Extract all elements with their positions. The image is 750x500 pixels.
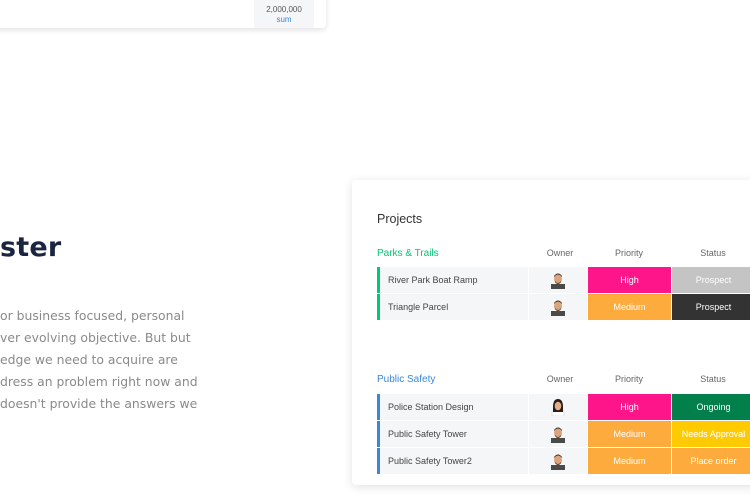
paragraph-line: dress an problem right now and [0,374,198,389]
sum-label: sum [276,15,292,24]
column-status[interactable]: Status [671,248,750,258]
status-label[interactable]: Prospect [672,267,750,293]
item-name-cell[interactable]: River Park Boat Ramp [377,267,528,293]
column-owner[interactable]: Owner [542,248,578,258]
male-avatar-icon [551,454,565,470]
item-name: Police Station Design [388,402,474,412]
priority-status-label[interactable]: Medium [588,294,671,320]
sum-value: 2,000,000 [266,5,302,14]
item-name: Public Safety Tower2 [388,456,472,466]
column-owner[interactable]: Owner [542,374,578,384]
owner-cell[interactable] [529,294,587,320]
item-name-cell[interactable]: Triangle Parcel [377,294,528,320]
priority-status-label[interactable]: Medium [588,421,671,447]
group-parks-trails: Parks & Trails Owner Priority Status Riv… [377,248,750,320]
status-label[interactable]: Needs Approval [672,421,750,447]
board-title: Projects [377,212,423,226]
priority-status-label[interactable]: Medium [588,448,671,474]
status-label[interactable]: Prospect [672,294,750,320]
owner-cell[interactable] [529,421,587,447]
group-header: Parks & Trails Owner Priority Status [377,248,750,264]
male-avatar-icon [551,427,565,443]
status-label[interactable]: Ongoing [672,394,750,420]
owner-cell[interactable] [529,267,587,293]
male-avatar-icon [551,273,565,289]
column-status[interactable]: Status [671,374,750,384]
item-name: River Park Boat Ramp [388,275,478,285]
male-avatar-icon [551,300,565,316]
column-priority[interactable]: Priority [587,374,671,384]
sum-cell: 2,000,000 sum [254,0,314,28]
group-name[interactable]: Parks & Trails [377,248,439,259]
paragraph-line: doesn't provide the answers we [0,396,198,411]
paragraph-line: ver evolving objective. But but [0,330,191,345]
section-headline: ster [0,232,62,263]
summary-card: 2,000,000 sum [0,0,326,28]
group-public-safety: Public Safety Owner Priority Status Poli… [377,374,750,474]
owner-cell[interactable] [529,448,587,474]
item-name-cell[interactable]: Public Safety Tower [377,421,528,447]
section-paragraph: or business focused, personal ver evolvi… [0,305,212,415]
projects-board: Projects Parks & Trails Owner Priority S… [352,180,750,485]
status-label[interactable]: Place order [672,448,750,474]
owner-cell[interactable] [529,394,587,420]
paragraph-line: edge we need to acquire are [0,352,178,367]
female-avatar-icon [551,399,565,416]
item-name-cell[interactable]: Police Station Design [377,394,528,420]
group-name[interactable]: Public Safety [377,374,435,385]
priority-status-label[interactable]: High [588,394,671,420]
paragraph-line: or business focused, personal [0,308,185,323]
item-name: Public Safety Tower [388,429,467,439]
priority-status-label[interactable]: High [588,267,671,293]
item-name: Triangle Parcel [388,302,449,312]
column-priority[interactable]: Priority [587,248,671,258]
item-name-cell[interactable]: Public Safety Tower2 [377,448,528,474]
group-header: Public Safety Owner Priority Status [377,374,750,390]
